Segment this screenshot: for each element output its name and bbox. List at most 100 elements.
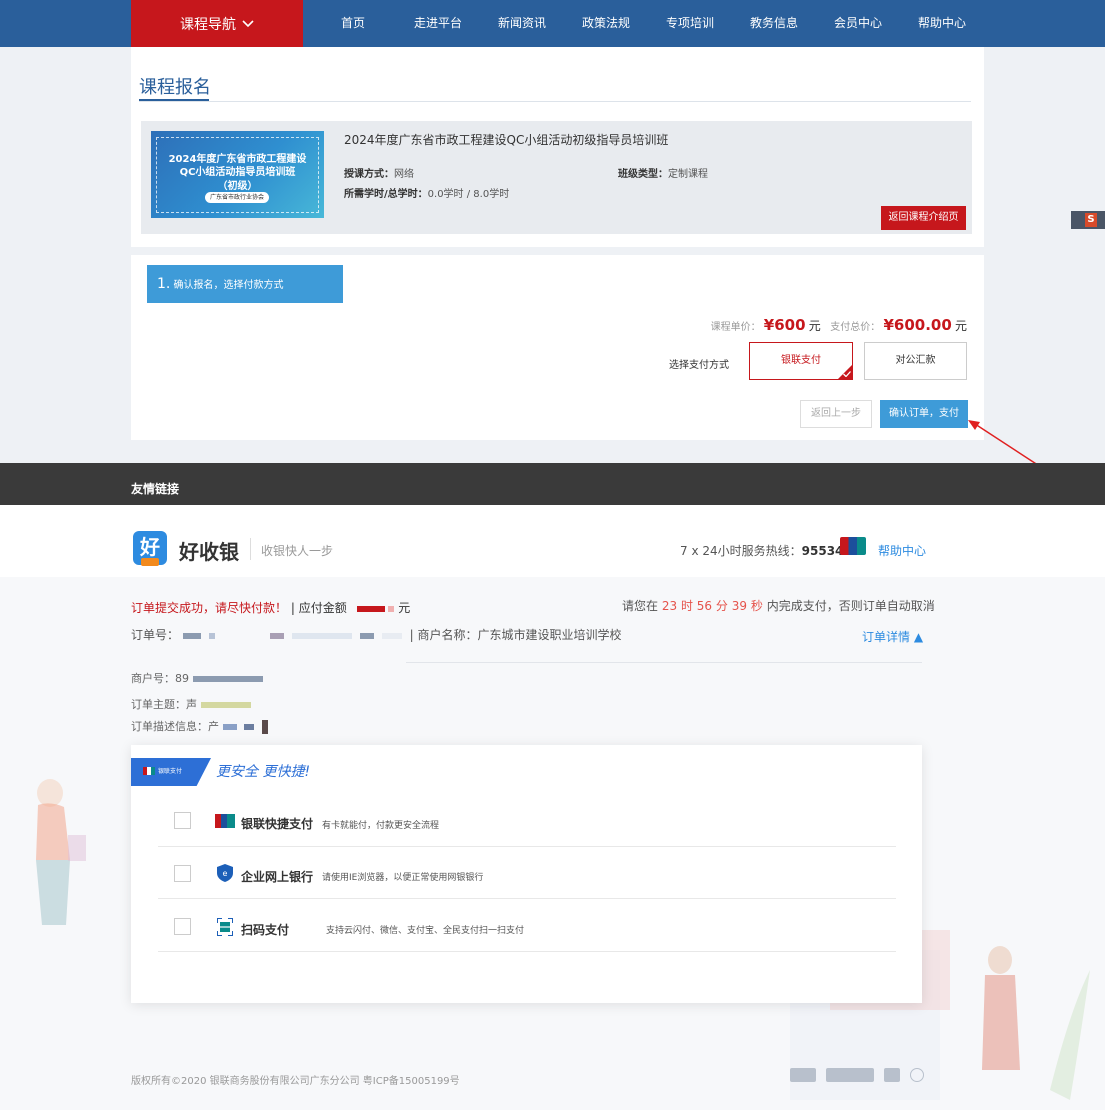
- unit-price-currency: 元: [808, 319, 821, 333]
- step-indicator: 1. 确认报名，选择付款方式: [147, 265, 343, 303]
- nav-item-home[interactable]: 首页: [341, 0, 365, 47]
- order-number-redaction: [292, 632, 353, 639]
- order-number-redaction: [381, 632, 402, 639]
- order-number-label: 订单号：: [131, 628, 180, 642]
- order-detail-toggle[interactable]: 订单详情 ▲: [862, 628, 923, 645]
- amount-redaction: [356, 605, 385, 612]
- total-price-value: ¥600.00: [883, 316, 952, 334]
- nav-item-training[interactable]: 专项培训: [666, 0, 714, 47]
- thumbnail-title-line2: QC小组活动指导员培训班: [179, 167, 296, 178]
- cashier-help-link[interactable]: 帮助中心: [878, 542, 926, 559]
- order-description-text: 订单描述信息：产: [131, 720, 219, 733]
- countdown-seconds: 39: [731, 599, 748, 613]
- course-mode: 授课方式：网络: [344, 165, 414, 180]
- unionpay-logo-icon: [840, 537, 866, 555]
- nav-item-member[interactable]: 会员中心: [834, 0, 882, 47]
- nav-item-policy[interactable]: 政策法规: [582, 0, 630, 47]
- merchant-number: 商户号：89: [131, 670, 267, 686]
- hotline-label: 7 x 24小时服务热线：: [680, 544, 802, 558]
- cashier-slogan: 收银快人一步: [261, 544, 334, 558]
- cashier-logo-tag: [141, 558, 159, 566]
- chat-footer-icon: [884, 1068, 900, 1082]
- countdown-hours: 23: [661, 599, 678, 613]
- side-tab-icon: S: [1085, 213, 1097, 227]
- order-subject-redaction: [200, 702, 251, 708]
- step-number: 1.: [157, 276, 171, 292]
- bank-shield-icon: e: [217, 864, 233, 882]
- svg-text:e: e: [223, 869, 228, 878]
- order-status-line: 订单提交成功，请尽快付款！ | 应付金额 元: [131, 599, 410, 616]
- order-number-gap: [223, 633, 263, 639]
- ums-footer-icon: [826, 1068, 874, 1082]
- unionpay-footer-icon: [790, 1068, 816, 1082]
- unionpay-mini-icon: [143, 767, 155, 775]
- order-number-redaction: [359, 632, 374, 639]
- order-description-redaction: [222, 724, 237, 730]
- course-class-type: 班级类型：定制课程: [618, 165, 708, 180]
- order-subject: 订单主题：声: [131, 696, 255, 712]
- enterprise-bank-title: 企业网上银行: [241, 870, 314, 884]
- qr-scan-title: 扫码支付: [241, 923, 290, 937]
- order-number-redaction: [208, 632, 215, 639]
- total-price-label: 支付总价：: [830, 322, 881, 333]
- course-name: 2024年度广东省市政工程建设QC小组活动初级指导员培训班: [344, 133, 669, 147]
- footer-partner-logos: [790, 1068, 924, 1082]
- amount-unit: 元: [398, 601, 411, 615]
- countdown-minutes: 56: [696, 599, 713, 613]
- title-underline: [139, 99, 209, 101]
- course-mode-label: 授课方式：: [344, 169, 394, 180]
- countdown-minute-unit: 分: [715, 599, 728, 613]
- back-to-intro-button[interactable]: 返回课程介绍页: [881, 206, 966, 230]
- friend-links-title: 友情链接: [131, 482, 180, 496]
- order-number-line: 订单号： | 商户名称：广东城市建设职业培训学校: [131, 626, 622, 643]
- nav-item-academic[interactable]: 教务信息: [750, 0, 798, 47]
- class-type-label: 班级类型：: [618, 169, 668, 180]
- payment-countdown: 请您在 23 时 56 分 39 秒 内完成支付，否则订单自动取消: [622, 597, 935, 614]
- unionpay-option-label: 银联支付: [781, 355, 821, 366]
- previous-step-button[interactable]: 返回上一步: [800, 400, 872, 428]
- corporate-transfer-option[interactable]: 对公汇款: [864, 342, 967, 380]
- course-mode-value: 网络: [394, 169, 414, 180]
- countdown-suffix: 内完成支付，否则订单自动取消: [766, 599, 935, 613]
- confirm-order-button[interactable]: 确认订单，支付: [880, 400, 968, 428]
- order-subject-text: 订单主题：声: [131, 698, 197, 711]
- merchant-number-text: 商户号：89: [131, 672, 189, 685]
- page-title: 课程报名: [139, 77, 211, 98]
- title-divider: [139, 101, 971, 102]
- course-hours: 所需学时/总学时：0.0学时 / 8.0学时: [344, 185, 509, 200]
- course-hours-label: 所需学时/总学时：: [344, 189, 428, 200]
- copyright-text: 版权所有©2020 银联商务股份有限公司广东分公司 粤ICP备15005199号: [131, 1076, 460, 1087]
- countdown-second-unit: 秒: [750, 599, 763, 613]
- thumbnail-title-line3: （初级）: [217, 181, 258, 192]
- course-hours-value: 0.0学时 / 8.0学时: [427, 189, 510, 200]
- merchant-number-redaction: [192, 676, 263, 682]
- unionpay-option[interactable]: 银联支付: [749, 342, 853, 380]
- course-nav-menu[interactable]: 课程导航: [131, 0, 303, 47]
- service-hotline: 7 x 24小时服务热线：95534: [680, 542, 843, 559]
- top-nav: 课程导航 首页 走进平台 新闻资讯 政策法规 专项培训 教务信息 会员中心 帮助…: [0, 0, 1105, 47]
- order-info-divider: [406, 662, 922, 663]
- side-float-tab[interactable]: S: [1071, 211, 1105, 229]
- nav-item-news[interactable]: 新闻资讯: [498, 0, 546, 47]
- nav-item-platform[interactable]: 走进平台: [414, 0, 462, 47]
- qr-scan-description: 支持云闪付、微信、支付宝、全民支付扫一扫支付: [326, 926, 525, 936]
- nav-item-help[interactable]: 帮助中心: [918, 0, 966, 47]
- order-number-redaction: [270, 632, 285, 639]
- merchant-name: | 商户名称：广东城市建设职业培训学校: [409, 628, 622, 642]
- order-description: 订单描述信息：产: [131, 718, 272, 734]
- order-number-redaction: [182, 632, 201, 639]
- quickpay-title: 银联快捷支付: [241, 817, 314, 831]
- enterprise-bank-checkbox[interactable]: [174, 865, 191, 882]
- hotline-number: 95534: [801, 544, 844, 558]
- qr-scan-checkbox[interactable]: [174, 918, 191, 935]
- unionpay-flag-text: 银联支付: [158, 768, 183, 775]
- total-price-currency: 元: [954, 319, 967, 333]
- security-footer-icon: [910, 1068, 924, 1082]
- quickpay-description: 有卡就能付，付款更安全流程: [322, 821, 440, 831]
- quickpay-checkbox[interactable]: [174, 812, 191, 829]
- payment-tagline: 更安全 更快捷!: [216, 764, 311, 780]
- decorative-girl-illustration: [36, 779, 86, 925]
- chevron-down-icon: [242, 19, 254, 27]
- payment-method-label: 选择支付方式: [669, 360, 729, 371]
- step-label: 确认报名，选择付款方式: [173, 280, 284, 291]
